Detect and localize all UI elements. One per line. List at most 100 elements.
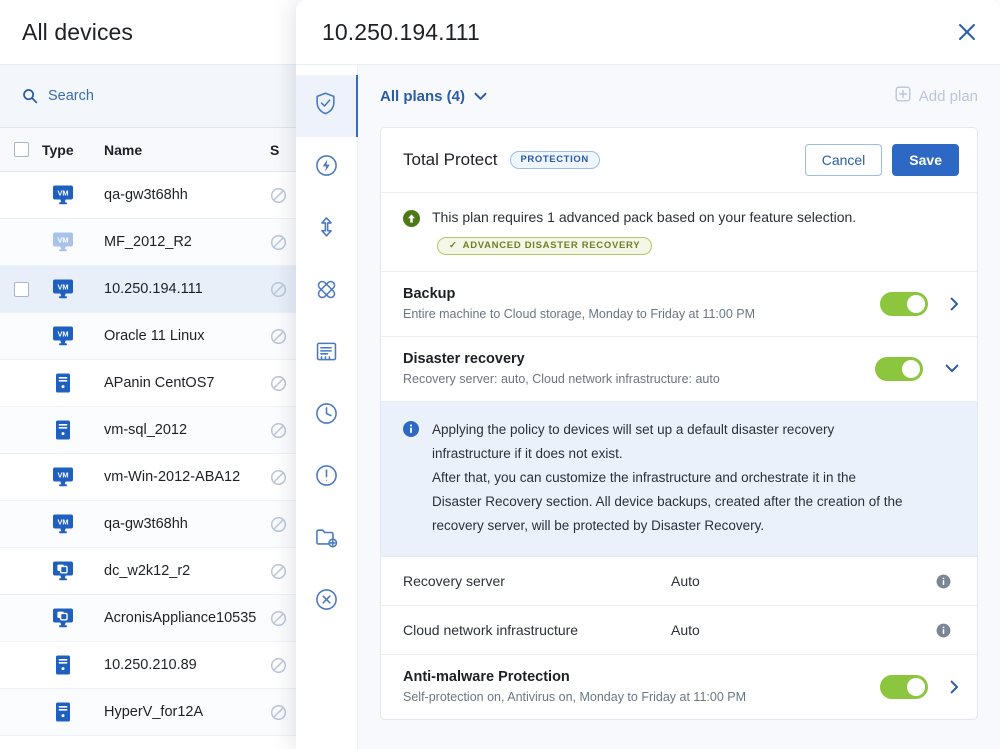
save-button[interactable]: Save	[892, 144, 959, 176]
disaster-recovery-toggle[interactable]	[875, 357, 923, 381]
column-header-type[interactable]: Type	[42, 142, 104, 158]
add-plan-label: Add plan	[919, 88, 978, 105]
row-checkbox[interactable]	[0, 282, 42, 297]
alert-circle-icon	[314, 463, 339, 493]
rail-item-protection[interactable]	[296, 75, 358, 137]
rail-item-backups[interactable]	[296, 323, 358, 385]
advanced-pack-badge-label: ADVANCED DISASTER RECOVERY	[463, 240, 641, 251]
device-name: qa-gw3t68hh	[104, 516, 270, 532]
add-plan-button[interactable]: Add plan	[895, 86, 978, 106]
bolt-circle-icon	[314, 153, 339, 183]
rail-item-patches[interactable]	[296, 261, 358, 323]
table-row[interactable]: 10.250.210.89	[0, 642, 310, 689]
device-type-icon	[42, 560, 104, 582]
backup-toggle[interactable]	[880, 292, 928, 316]
rail-item-add-folder[interactable]	[296, 509, 358, 571]
panel-icon-rail	[296, 64, 358, 749]
patch-icon	[314, 277, 339, 307]
device-details-panel: 10.250.194.111 All plans (4)	[296, 0, 1000, 749]
disaster-recovery-info-note: Applying the policy to devices will set …	[381, 402, 977, 557]
info-note-text: Applying the policy to devices will set …	[432, 418, 903, 538]
device-name: 10.250.194.111	[104, 281, 270, 297]
setting-value: Auto	[671, 622, 936, 638]
table-row[interactable]: APanin CentOS7	[0, 360, 310, 407]
info-note-line: infrastructure if it does not exist.	[432, 442, 903, 466]
feature-row-anti-malware: Anti-malware Protection Self-protection …	[381, 655, 977, 719]
plan-card-header: Total Protect PROTECTION Cancel Save	[381, 128, 977, 193]
advanced-pack-text: This plan requires 1 advanced pack based…	[432, 208, 856, 227]
table-row[interactable]: VM 10.250.194.111	[0, 266, 310, 313]
feature-subtitle: Entire machine to Cloud storage, Monday …	[403, 307, 880, 321]
device-name: 10.250.210.89	[104, 657, 270, 673]
table-row[interactable]: VMMF_2012_R2	[0, 219, 310, 266]
rail-item-activities[interactable]	[296, 137, 358, 199]
info-note-line: recovery server, will be protected by Di…	[432, 514, 903, 538]
info-note-line: Applying the policy to devices will set …	[432, 418, 903, 442]
setting-label: Cloud network infrastructure	[403, 622, 671, 638]
table-row[interactable]: HyperV_for12A	[0, 689, 310, 736]
rail-item-schedule[interactable]	[296, 385, 358, 447]
setting-row-recovery-server[interactable]: Recovery server Auto	[381, 557, 977, 606]
svg-text:VM: VM	[57, 471, 68, 480]
search-placeholder: Search	[48, 88, 94, 104]
device-type-icon	[42, 419, 104, 441]
table-row[interactable]: VM vm-Win-2012-ABA12	[0, 454, 310, 501]
feature-title: Backup	[403, 286, 880, 302]
rail-item-remove[interactable]	[296, 571, 358, 633]
chevron-down-icon[interactable]	[945, 364, 959, 373]
svg-text:VM: VM	[57, 518, 68, 527]
check-icon: ✓	[449, 240, 458, 251]
device-name: AcronisAppliance10535	[104, 610, 270, 626]
all-plans-dropdown[interactable]: All plans (4)	[380, 88, 487, 105]
info-note-line: After that, you can customize the infras…	[432, 466, 903, 490]
search-input[interactable]: Search	[0, 64, 310, 128]
device-name: APanin CentOS7	[104, 375, 270, 391]
upload-arrow-icon	[314, 215, 339, 245]
anti-malware-toggle[interactable]	[880, 675, 928, 699]
clock-icon	[314, 401, 339, 431]
feature-row-backup: Backup Entire machine to Cloud storage, …	[381, 272, 977, 337]
feature-title: Disaster recovery	[403, 351, 875, 367]
panel-body: All plans (4) Add	[296, 64, 1000, 749]
column-header-name[interactable]: Name	[104, 142, 270, 158]
rail-item-recovery[interactable]	[296, 199, 358, 261]
table-row[interactable]: VMOracle 11 Linux	[0, 313, 310, 360]
select-all-checkbox[interactable]	[0, 142, 42, 157]
plan-card: Total Protect PROTECTION Cancel Save	[380, 127, 978, 720]
advanced-pack-notice: This plan requires 1 advanced pack based…	[381, 193, 977, 272]
device-name: Oracle 11 Linux	[104, 328, 270, 344]
app-root: All devices Search Type Name S VMqa-gw3t…	[0, 0, 1000, 749]
cancel-button[interactable]: Cancel	[805, 144, 883, 176]
table-row[interactable]: AcronisAppliance10535	[0, 595, 310, 642]
setting-value: Auto	[671, 573, 936, 589]
device-type-icon: VM	[42, 278, 104, 300]
feature-row-disaster-recovery: Disaster recovery Recovery server: auto,…	[381, 337, 977, 402]
arrow-up-circle-icon	[403, 210, 420, 227]
device-name: dc_w2k12_r2	[104, 563, 270, 579]
chevron-right-icon[interactable]	[950, 680, 959, 694]
device-type-icon	[42, 701, 104, 723]
device-type-icon: VM	[42, 513, 104, 535]
chevron-right-icon[interactable]	[950, 297, 959, 311]
table-row[interactable]: dc_w2k12_r2	[0, 548, 310, 595]
device-name: vm-sql_2012	[104, 422, 270, 438]
device-type-icon	[42, 372, 104, 394]
svg-text:VM: VM	[57, 283, 68, 292]
panel-title: 10.250.194.111	[322, 19, 480, 46]
device-name: vm-Win-2012-ABA12	[104, 469, 270, 485]
archive-icon	[314, 339, 339, 369]
setting-row-cloud-network-infrastructure[interactable]: Cloud network infrastructure Auto	[381, 606, 977, 655]
feature-subtitle: Recovery server: auto, Cloud network inf…	[403, 372, 875, 386]
rail-item-alerts[interactable]	[296, 447, 358, 509]
svg-text:VM: VM	[57, 189, 68, 198]
table-row[interactable]: VMqa-gw3t68hh	[0, 172, 310, 219]
advanced-pack-badge: ✓ ADVANCED DISASTER RECOVERY	[437, 237, 652, 255]
close-icon[interactable]	[956, 21, 978, 43]
info-icon[interactable]	[936, 574, 951, 589]
info-icon[interactable]	[936, 623, 951, 638]
device-list: VMqa-gw3t68hhVMMF_2012_R2VM10.250.194.11…	[0, 172, 310, 736]
table-row[interactable]: VM qa-gw3t68hh	[0, 501, 310, 548]
folder-add-icon	[314, 525, 339, 555]
table-row[interactable]: vm-sql_2012	[0, 407, 310, 454]
device-name: MF_2012_R2	[104, 234, 270, 250]
